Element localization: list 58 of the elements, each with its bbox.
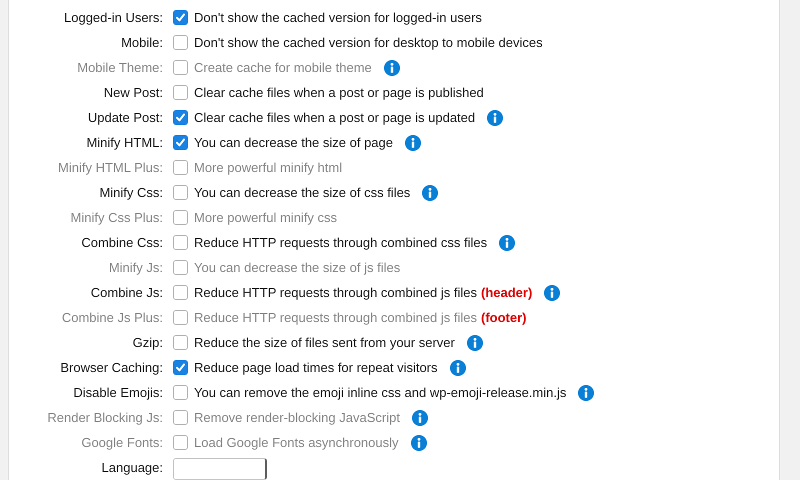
setting-label: Gzip: — [132, 334, 163, 352]
setting-description: Reduce the size of files sent from your server — [194, 334, 455, 352]
setting-label: Minify Js: — [108, 258, 163, 277]
setting-description: More powerful minify html — [194, 158, 342, 177]
setting-label: Mobile Theme: — [76, 58, 163, 77]
info-icon[interactable] — [578, 384, 594, 400]
setting-description: Remove render-blocking JavaScript — [194, 408, 400, 427]
setting-description: Reduce HTTP requests through combined css files — [194, 234, 488, 252]
info-icon[interactable] — [499, 234, 516, 250]
setting-label: Minify Css Plus: — [70, 208, 163, 227]
setting-description: Load Google Fonts asynchronously — [194, 434, 399, 452]
setting-description: Don't show the cached version for logged-in users — [194, 8, 482, 27]
setting-description: You can decrease the size of js files — [194, 258, 400, 277]
checkbox[interactable] — [173, 235, 188, 250]
checkbox[interactable] — [173, 110, 188, 125]
info-icon[interactable] — [544, 284, 560, 300]
checkbox[interactable] — [173, 285, 188, 300]
setting-label: Logged-in Users: — [63, 8, 163, 27]
setting-label: Combine Js: — [90, 284, 163, 302]
setting-label: Combine Js Plus: — [60, 308, 163, 327]
checkbox[interactable] — [173, 10, 188, 25]
setting-label: Browser Caching: — [59, 358, 163, 377]
setting-label: Mobile: — [120, 34, 163, 52]
info-icon[interactable] — [466, 334, 483, 350]
info-icon[interactable] — [450, 360, 466, 376]
position-note: (header) — [481, 284, 532, 302]
setting-label: Disable Emojis: — [72, 384, 163, 402]
position-note: (footer) — [481, 308, 527, 327]
setting-description: Clear cache files when a post or page is updated — [194, 108, 476, 127]
info-icon[interactable] — [487, 110, 504, 126]
setting-label: Render Blocking Js: — [46, 408, 163, 427]
checkbox[interactable] — [173, 35, 188, 50]
setting-description: Reduce page load times for repeat visitors — [194, 358, 438, 377]
setting-label: Minify Css: — [98, 184, 163, 202]
setting-description: You can decrease the size of css files — [194, 184, 410, 202]
setting-description: Don't show the cached version for desktop to mobile devices — [194, 34, 543, 52]
info-icon[interactable] — [405, 134, 421, 150]
setting-label: Language: — [100, 459, 163, 477]
setting-description: More powerful minify css — [194, 208, 338, 227]
checkbox[interactable] — [173, 85, 188, 100]
setting-description: You can decrease the size of page — [194, 134, 393, 152]
setting-label: Combine Css: — [80, 234, 163, 252]
info-icon[interactable] — [422, 184, 438, 200]
checkbox[interactable] — [173, 385, 188, 400]
setting-label: New Post: — [102, 84, 163, 102]
setting-description: Create cache for mobile theme — [194, 58, 372, 77]
setting-label: Minify HTML: — [85, 134, 163, 152]
checkbox[interactable] — [173, 135, 188, 150]
checkbox[interactable] — [173, 360, 188, 375]
setting-description: Clear cache files when a post or page is published — [194, 84, 484, 102]
setting-description: Reduce HTTP requests through combined js files — [194, 308, 478, 327]
checkbox[interactable] — [173, 185, 188, 200]
setting-label: Update Post: — [86, 108, 163, 127]
setting-label: Minify HTML Plus: — [57, 158, 163, 177]
checkbox[interactable] — [173, 335, 188, 350]
setting-description: You can remove the emoji inline css and wp-emoji-release.min.js — [194, 384, 566, 402]
setting-description: Reduce HTTP requests through combined js files — [194, 284, 478, 302]
setting-label: Google Fonts: — [80, 434, 163, 452]
